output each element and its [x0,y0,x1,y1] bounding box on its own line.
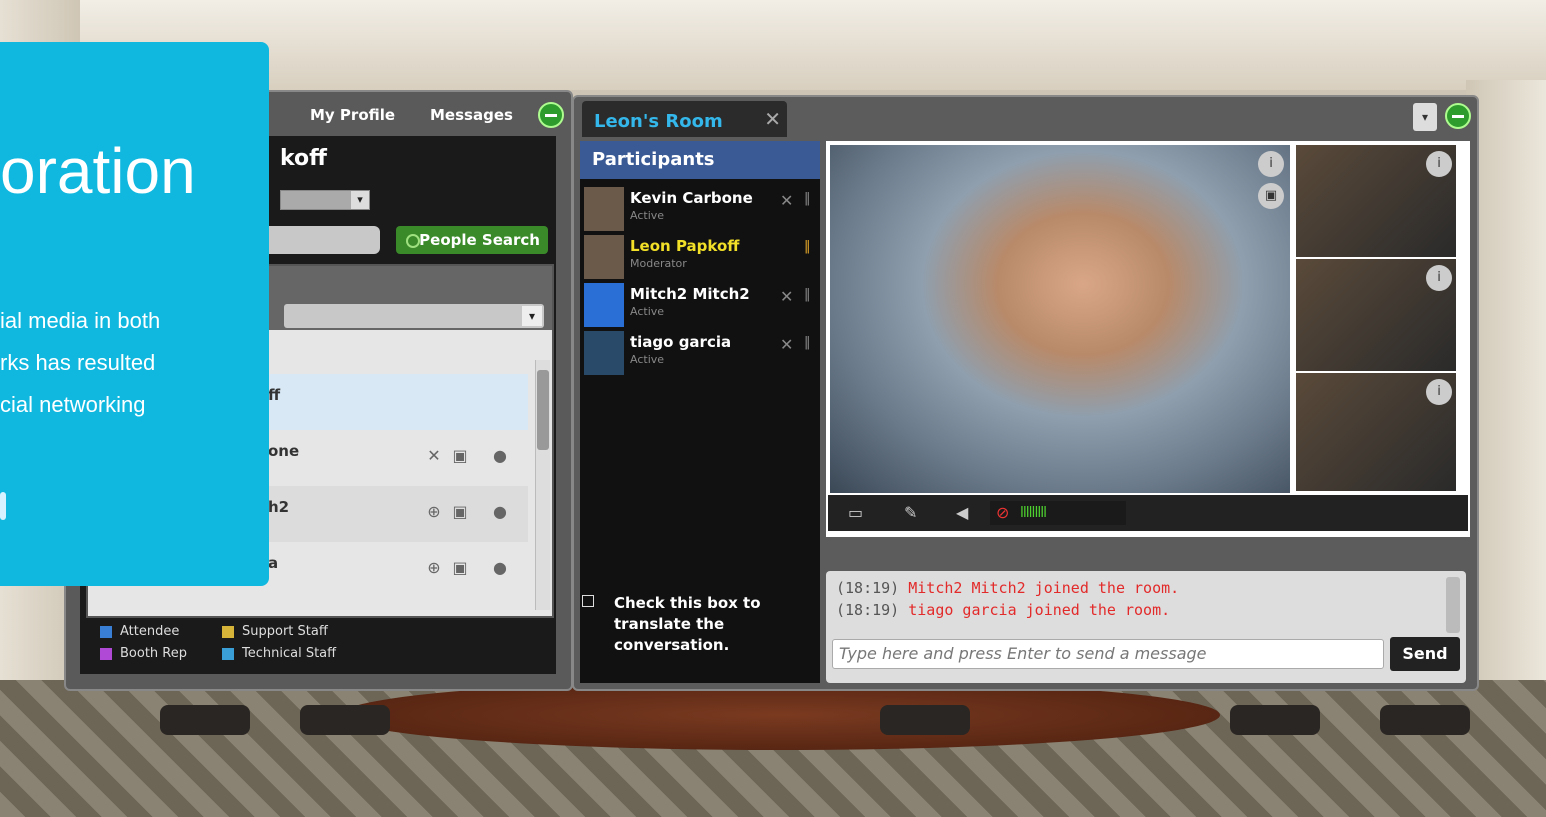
add-icon[interactable]: ⊕ [424,558,444,578]
settings-icon[interactable]: ✎ [904,503,917,522]
participants-header: Participants [580,141,820,179]
chat-icon[interactable]: ● [490,446,510,466]
profile-name: koff [280,146,327,171]
info-icon[interactable]: i [1426,379,1452,405]
participants-panel: Participants Kevin Carbone Active ✕ ‖ Le… [580,141,820,683]
tab-messages[interactable]: Messages [430,106,513,124]
user-name: a [268,554,279,572]
close-icon[interactable]: ✕ [424,446,444,466]
speaker-icon[interactable]: ◀ [956,503,968,522]
card-body: ial media in both rks has resulted cial … [0,308,161,417]
chat-icon[interactable]: ● [490,502,510,522]
scrollbar-thumb[interactable] [537,370,549,450]
user-name: one [268,442,300,460]
close-icon[interactable]: ✕ [780,287,793,306]
participant-name: Leon Papkoff [630,237,740,255]
chair [300,705,390,735]
video-icon[interactable]: ▣ [450,558,470,578]
legend-technical-staff: Technical Staff [222,646,336,661]
room-menu-button[interactable]: ▾ [1413,103,1437,131]
participant-row[interactable]: tiago garcia Active ✕ ‖ [580,329,820,377]
collaboration-card: oration ial media in both rks has result… [0,42,269,586]
main-video [830,145,1290,493]
video-panel: i ▣ i i i ▭ ✎ ◀ ⊘ lllllllll [826,141,1470,537]
scrollbar[interactable] [535,360,550,610]
mute-icon[interactable]: ⊘ [996,503,1009,522]
tab-my-profile[interactable]: My Profile [310,106,395,124]
info-icon[interactable]: i [1426,265,1452,291]
technical-staff-icon [222,647,234,660]
mic-icon[interactable]: ‖ [804,287,811,302]
info-icon[interactable]: i [1258,151,1284,177]
close-icon[interactable]: ✕ [780,335,793,354]
volume-bars: lllllllll [1020,505,1047,521]
send-button[interactable]: Send [1390,637,1460,671]
camera-icon[interactable]: ▣ [1258,183,1284,209]
close-icon[interactable]: ✕ [780,191,793,210]
mic-icon[interactable]: ‖ [804,191,811,206]
chevron-down-icon: ▾ [351,191,369,209]
tab-leons-room[interactable]: Leon's Room ✕ [582,101,787,137]
minimize-icon[interactable] [1445,103,1471,129]
status-select[interactable]: ▾ [280,190,370,210]
search-icon [406,234,420,248]
support-staff-icon [222,625,234,638]
people-search-button[interactable]: People Search [396,226,548,254]
chat-scrollbar[interactable] [1446,577,1460,633]
user-type-legend: Attendee Booth Rep Support Staff Technic… [100,620,540,668]
chair [880,705,970,735]
avatar [584,283,624,327]
moderator-mic-icon[interactable]: ‖ [804,239,811,254]
translate-label: Check this box to translate the conversa… [614,594,761,654]
user-name: h2 [268,498,290,516]
chat-icon[interactable]: ● [490,558,510,578]
participant-name: Mitch2 Mitch2 [630,285,750,303]
participant-row[interactable]: Mitch2 Mitch2 Active ✕ ‖ [580,281,820,329]
card-accent [0,492,6,520]
card-title: oration [0,135,196,207]
participant-status: Moderator [630,257,687,270]
chat-input[interactable]: Type here and press Enter to send a mess… [832,639,1384,669]
close-icon[interactable]: ✕ [764,107,781,131]
chair [160,705,250,735]
avatar [584,235,624,279]
room-window: Leon's Room ✕ ▾ Participants Kevin Carbo… [572,95,1479,691]
legend-attendee: Attendee [100,624,179,639]
booth-rep-icon [100,647,112,660]
participant-name: tiago garcia [630,333,732,351]
translate-option: Check this box to translate the conversa… [580,589,820,679]
mic-icon[interactable]: ‖ [804,335,811,350]
legend-support-staff: Support Staff [222,624,328,639]
info-icon[interactable]: i [1426,151,1452,177]
minimize-icon[interactable] [538,102,564,128]
chat-message: (18:19) Mitch2 Mitch2 joined the room. [836,579,1180,597]
chair [1380,705,1470,735]
room-title: Leon's Room [594,111,723,132]
participant-status: Active [630,353,665,366]
video-icon[interactable]: ▣ [450,502,470,522]
participant-row[interactable]: Leon Papkoff Moderator ‖ [580,233,820,281]
attendee-icon [100,625,112,638]
participant-status: Active [630,305,665,318]
chat-message: (18:19) tiago garcia joined the room. [836,601,1171,619]
video-icon[interactable]: ▣ [450,446,470,466]
chat-panel: (18:19) Mitch2 Mitch2 joined the room. (… [826,571,1466,683]
screen-share-icon[interactable]: ▭ [848,503,863,522]
translate-checkbox[interactable] [582,595,594,607]
participant-row[interactable]: Kevin Carbone Active ✕ ‖ [580,185,820,233]
legend-booth-rep: Booth Rep [100,646,187,661]
people-search-label: People Search [419,231,540,249]
avatar [584,331,624,375]
video-toolbar: ▭ ✎ ◀ ⊘ lllllllll [828,495,1468,531]
add-icon[interactable]: ⊕ [424,502,444,522]
avatar [584,187,624,231]
volume-meter[interactable]: ⊘ lllllllll [990,501,1126,525]
users-filter-select[interactable]: ▾ [284,304,544,328]
user-name: ff [268,386,281,404]
chevron-down-icon: ▾ [522,306,542,326]
participant-status: Active [630,209,665,222]
chair [1230,705,1320,735]
participant-name: Kevin Carbone [630,189,753,207]
